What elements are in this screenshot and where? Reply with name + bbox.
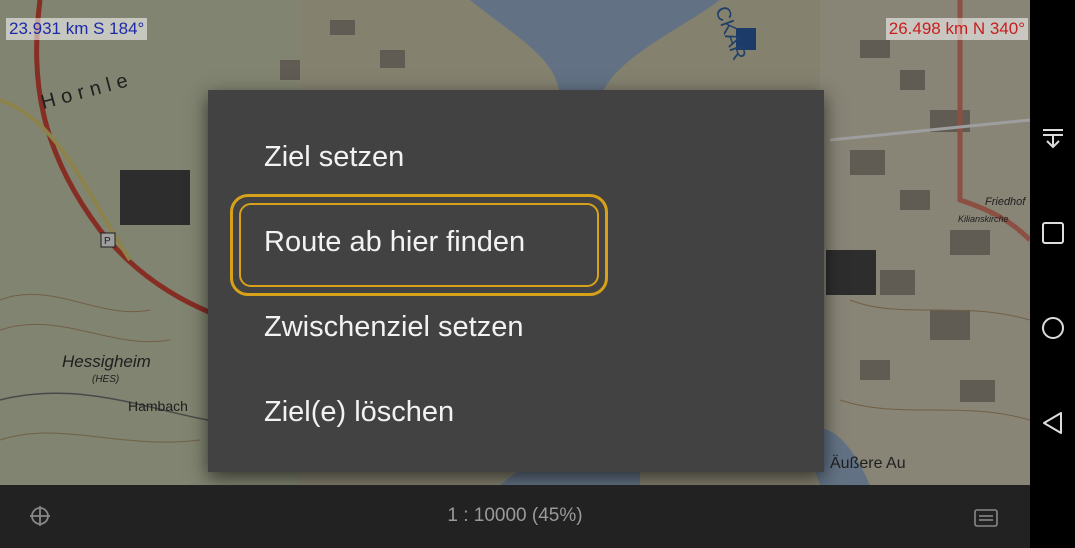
menu-item-set-waypoint[interactable]: Zwischenziel setzen bbox=[264, 297, 524, 357]
menu-item-set-target[interactable]: Ziel setzen bbox=[264, 127, 404, 187]
distance-to-target-right: 26.498 km N 340° bbox=[885, 18, 1028, 40]
bottom-status-bar: 1 : 10000 (45%) bbox=[0, 485, 1030, 548]
menu-lines-icon[interactable] bbox=[974, 509, 998, 527]
back-triangle-icon[interactable] bbox=[1040, 410, 1066, 436]
home-circle-icon[interactable] bbox=[1040, 315, 1066, 341]
notification-pulldown-icon[interactable] bbox=[1040, 125, 1066, 151]
menu-item-delete-targets[interactable]: Ziel(e) löschen bbox=[264, 382, 454, 442]
distance-to-target-left: 23.931 km S 184° bbox=[6, 18, 148, 40]
context-menu: Ziel setzen Route ab hier finden Zwische… bbox=[208, 90, 824, 472]
system-navigation-bar bbox=[1030, 0, 1075, 548]
recents-square-icon[interactable] bbox=[1040, 220, 1066, 246]
map-scale-readout: 1 : 10000 (45%) bbox=[447, 505, 583, 526]
menu-item-find-route-from-here[interactable]: Route ab hier finden bbox=[264, 212, 525, 272]
